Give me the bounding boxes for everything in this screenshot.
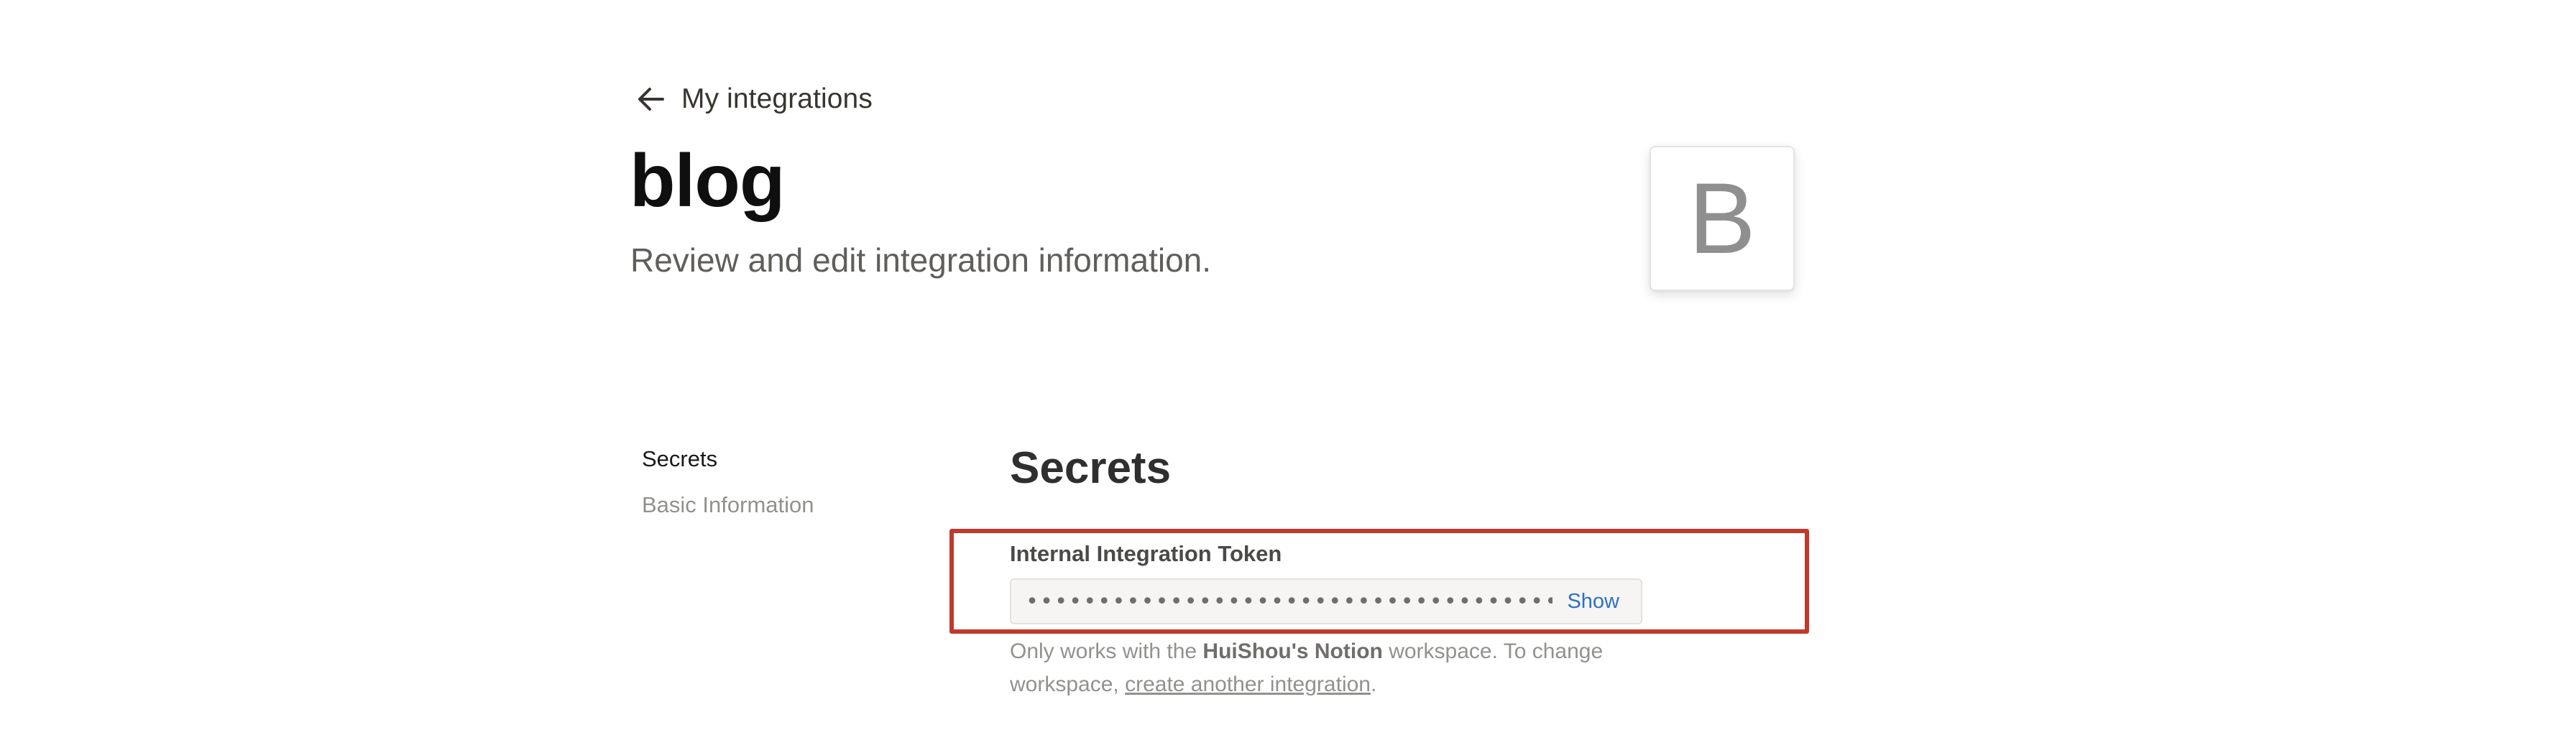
back-link-label: My integrations (681, 83, 873, 114)
help-text-prefix: Only works with the (1010, 639, 1203, 663)
back-to-integrations-link[interactable]: My integrations (634, 78, 873, 121)
page-subtitle: Review and edit integration information. (630, 241, 1212, 279)
token-field[interactable]: ••••••••••••••••••••••••••••••••••••••••… (1010, 578, 1642, 624)
show-token-button[interactable]: Show (1552, 590, 1627, 614)
integration-logo-letter: B (1688, 162, 1756, 274)
secrets-heading: Secrets (1010, 443, 1172, 493)
token-field-label: Internal Integration Token (1010, 541, 1282, 566)
integration-logo[interactable]: B (1650, 146, 1795, 291)
create-another-integration-link[interactable]: create another integration (1125, 673, 1371, 696)
section-nav: Secrets Basic Information (642, 445, 814, 519)
token-masked-value: •••••••••••••••••••••••••••••••••••••••• (1026, 588, 1553, 614)
workspace-name: HuiShou's Notion (1202, 639, 1383, 663)
help-text-suffix: . (1370, 673, 1377, 696)
nav-item-basic-information[interactable]: Basic Information (642, 491, 814, 519)
token-help-text: Only works with the HuiShou's Notion wor… (1010, 635, 1700, 701)
nav-item-secrets[interactable]: Secrets (642, 445, 814, 473)
arrow-left-icon (634, 82, 668, 116)
page-title: blog (630, 139, 785, 223)
